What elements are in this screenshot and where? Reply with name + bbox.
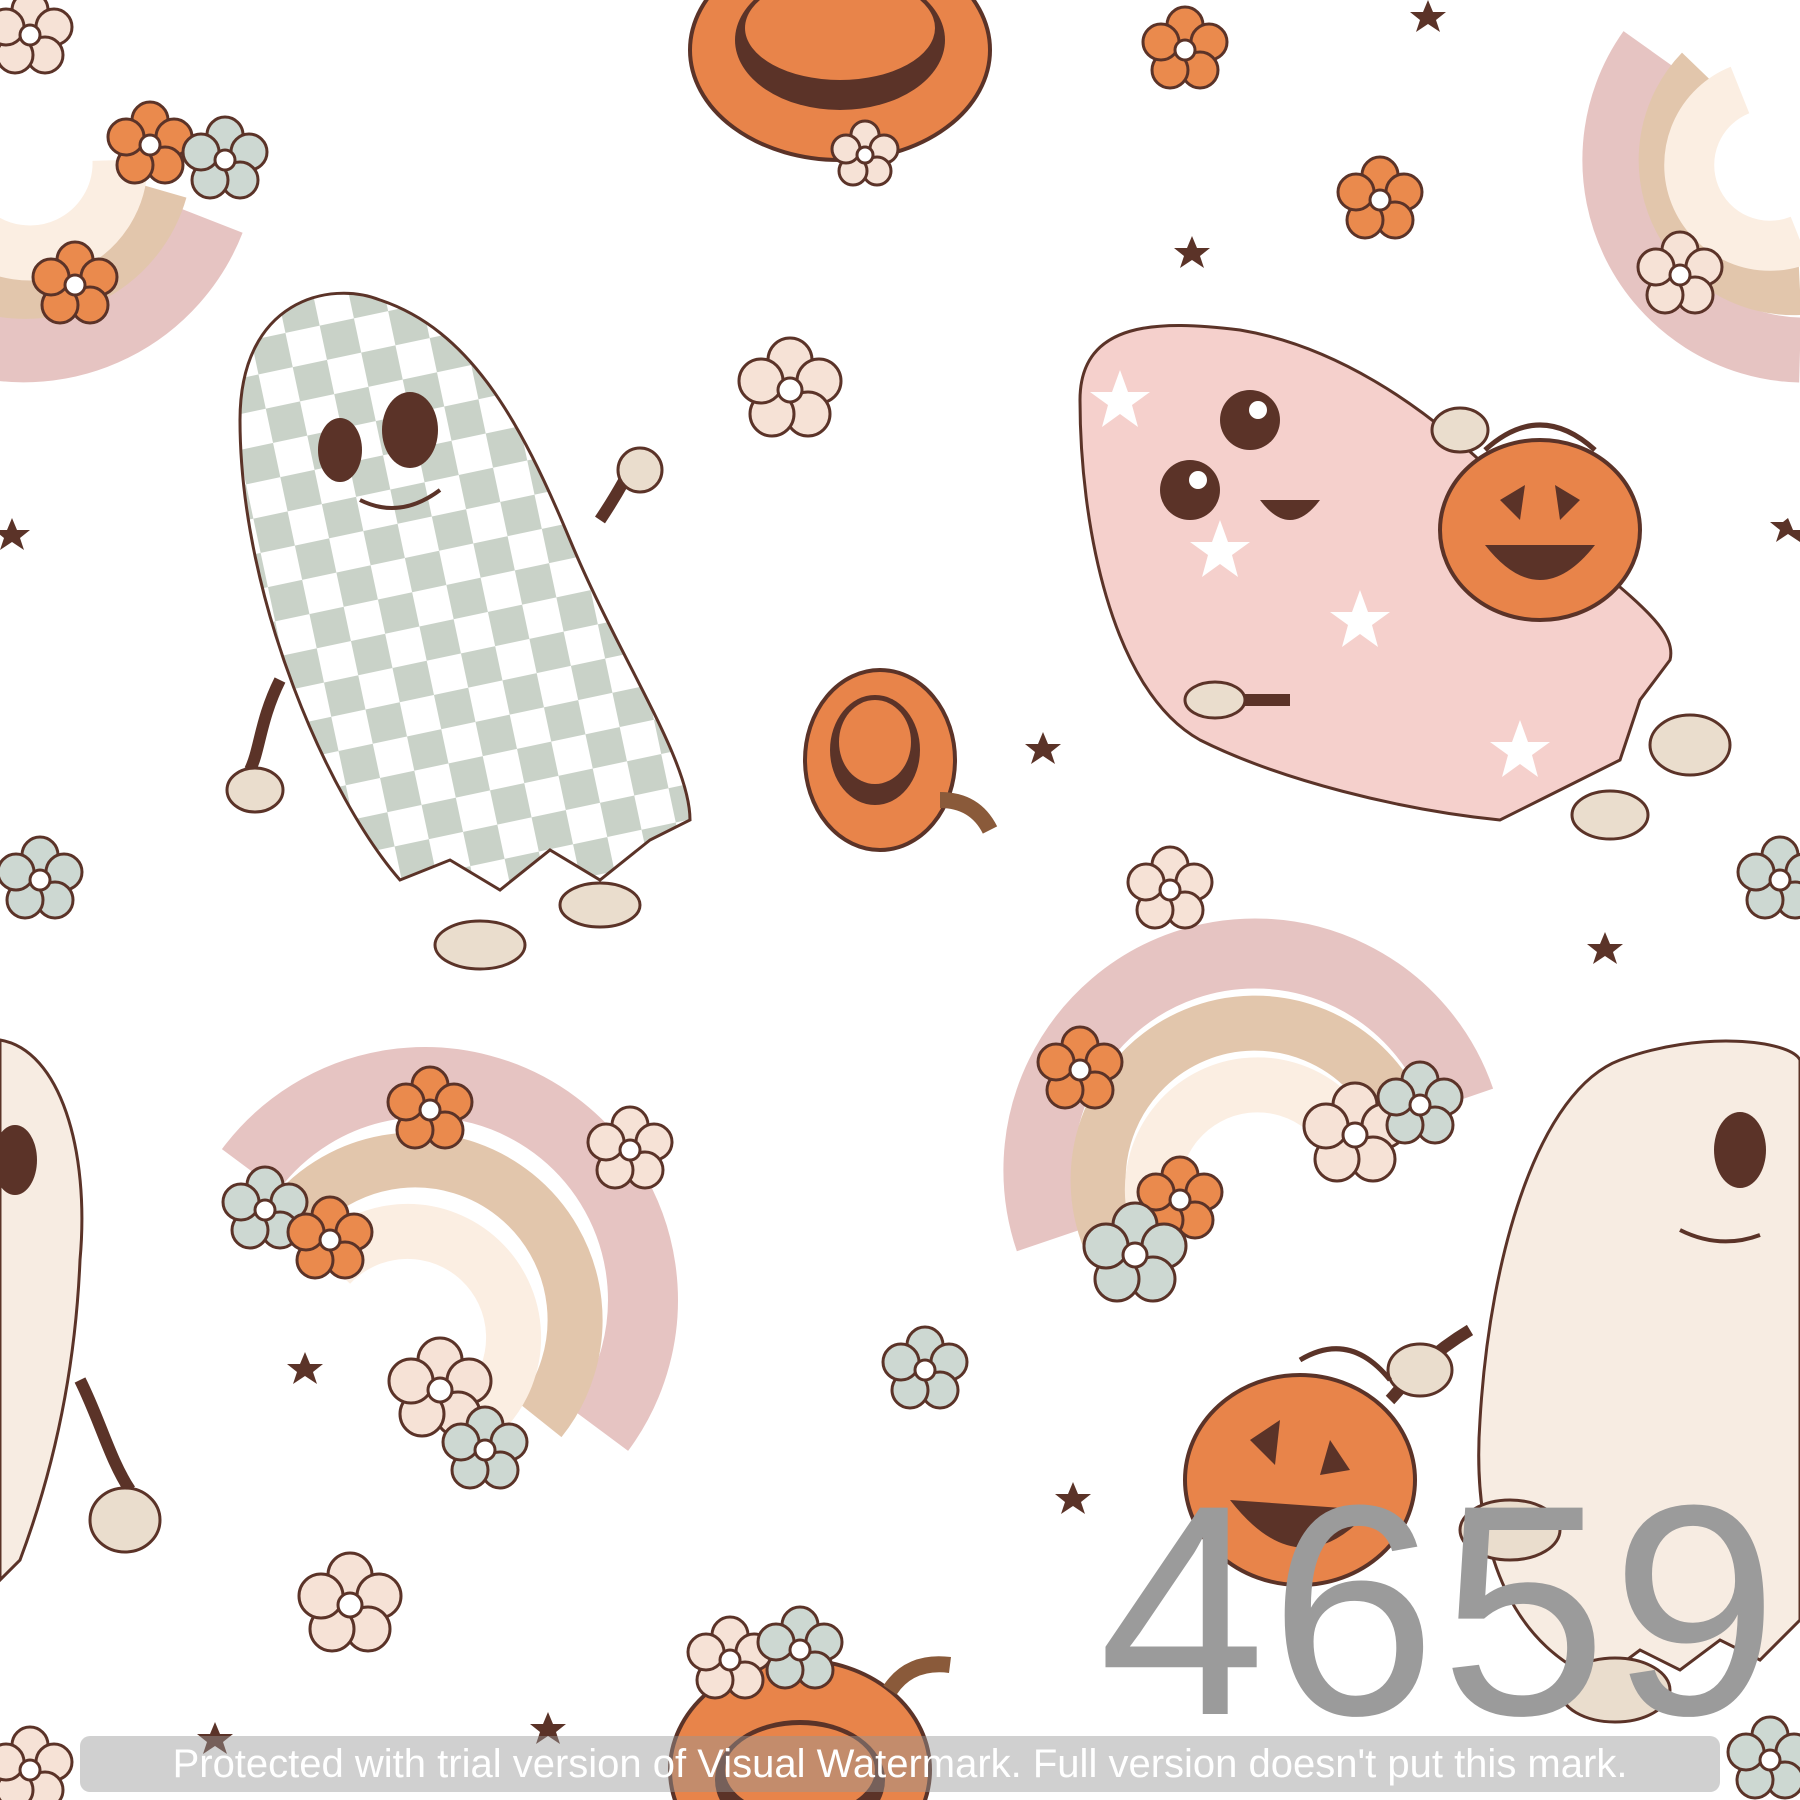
star-icon xyxy=(287,1352,323,1384)
ghost-cream-cobweb-icon xyxy=(0,1038,162,1583)
flower-icon xyxy=(1126,845,1214,930)
ghost-pink-stars-icon xyxy=(1078,323,1732,841)
flower-icon xyxy=(297,1551,403,1653)
flower-icon xyxy=(106,100,194,185)
flower-icon xyxy=(737,336,843,438)
pattern-code-label: 4659 xyxy=(1098,1442,1782,1778)
flower-icon xyxy=(0,0,74,75)
watermark-banner: Protected with trial version of Visual W… xyxy=(80,1736,1720,1792)
star-icon xyxy=(1410,0,1446,32)
star-icon xyxy=(1025,732,1061,764)
flower-icon xyxy=(756,1605,844,1690)
flower-icon xyxy=(0,1725,74,1800)
pumpkin-icon xyxy=(1430,406,1642,622)
pumpkin-icon xyxy=(803,668,998,852)
flower-icon xyxy=(881,1325,969,1410)
star-icon xyxy=(1174,236,1210,268)
star-icon xyxy=(0,518,30,550)
flower-icon xyxy=(686,1615,774,1700)
flower-icon xyxy=(0,835,84,920)
ghost-checkered-icon xyxy=(225,291,692,971)
flower-icon xyxy=(181,115,269,200)
star-icon xyxy=(1770,518,1800,542)
flower-icon xyxy=(1141,5,1229,90)
star-icon xyxy=(1587,932,1623,964)
flower-icon xyxy=(1336,155,1424,240)
star-icon xyxy=(1055,1482,1091,1514)
flower-icon xyxy=(1736,835,1800,920)
rainbow-icon xyxy=(0,159,243,383)
